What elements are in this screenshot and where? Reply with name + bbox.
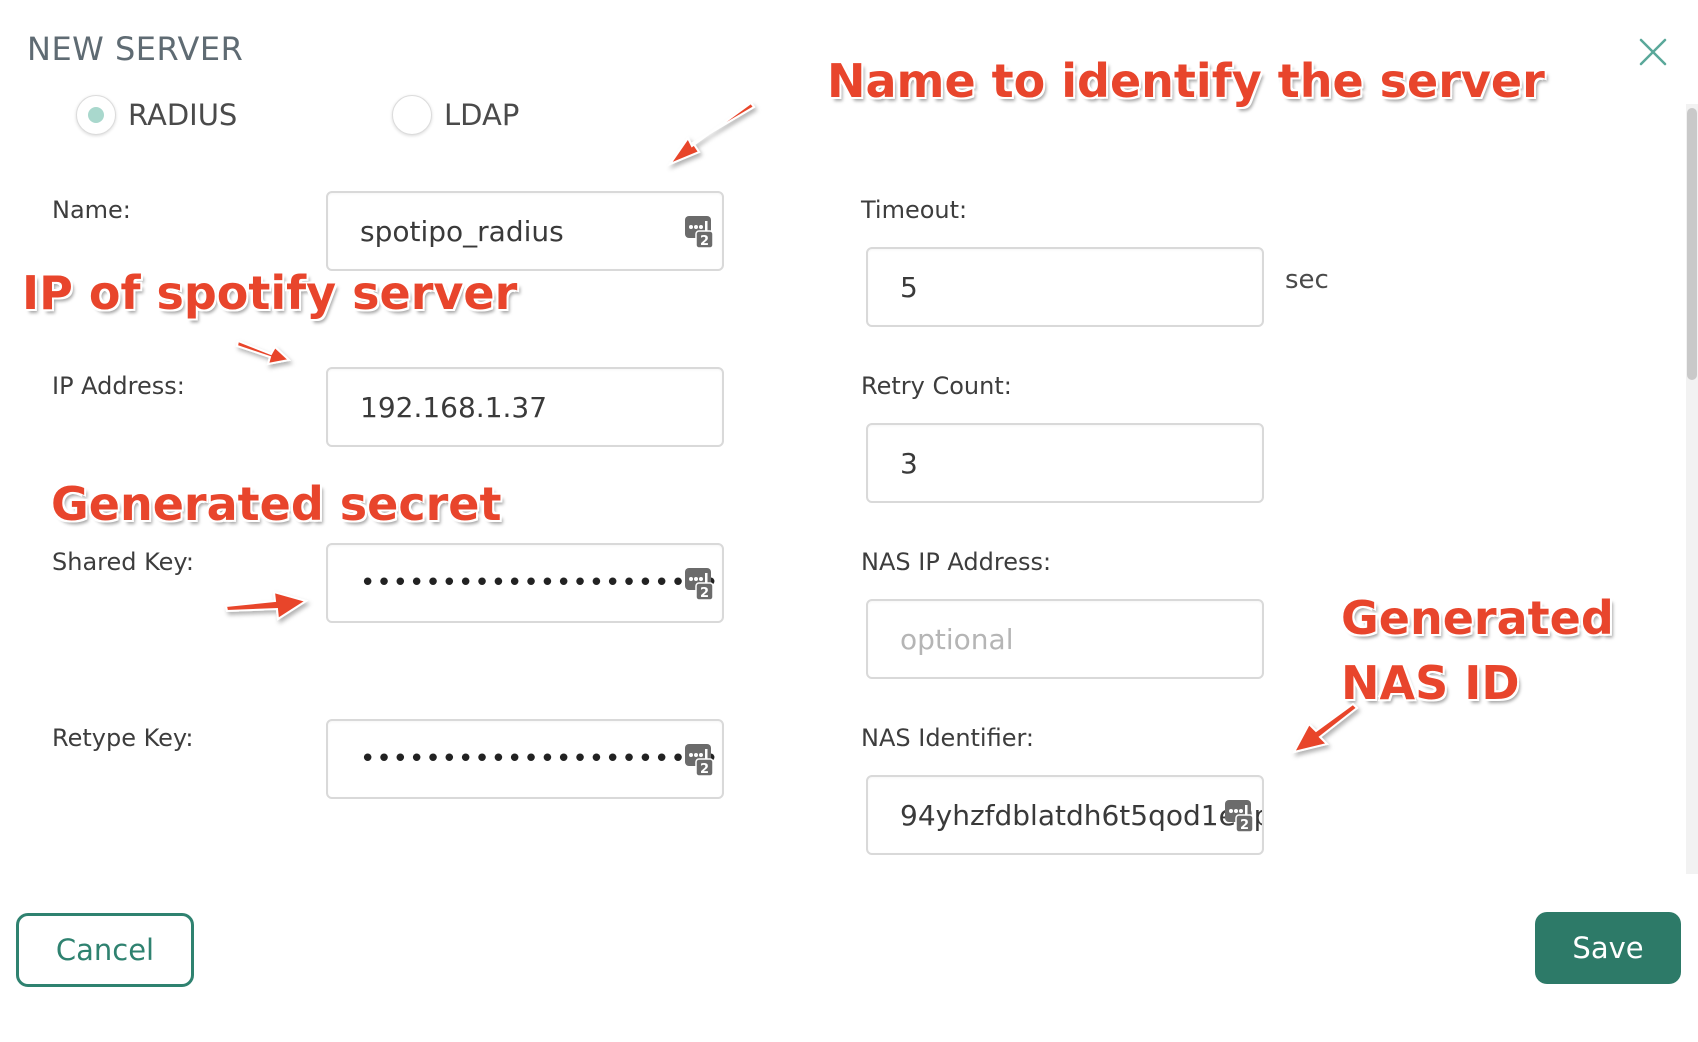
- arrow-to-shared-key-field: [224, 590, 309, 621]
- annotation-arrows: [224, 101, 1359, 754]
- arrow-to-nas-identifier: [1292, 702, 1359, 754]
- arrow-to-ip-field: [235, 339, 292, 366]
- arrow-to-name-field: [667, 101, 756, 167]
